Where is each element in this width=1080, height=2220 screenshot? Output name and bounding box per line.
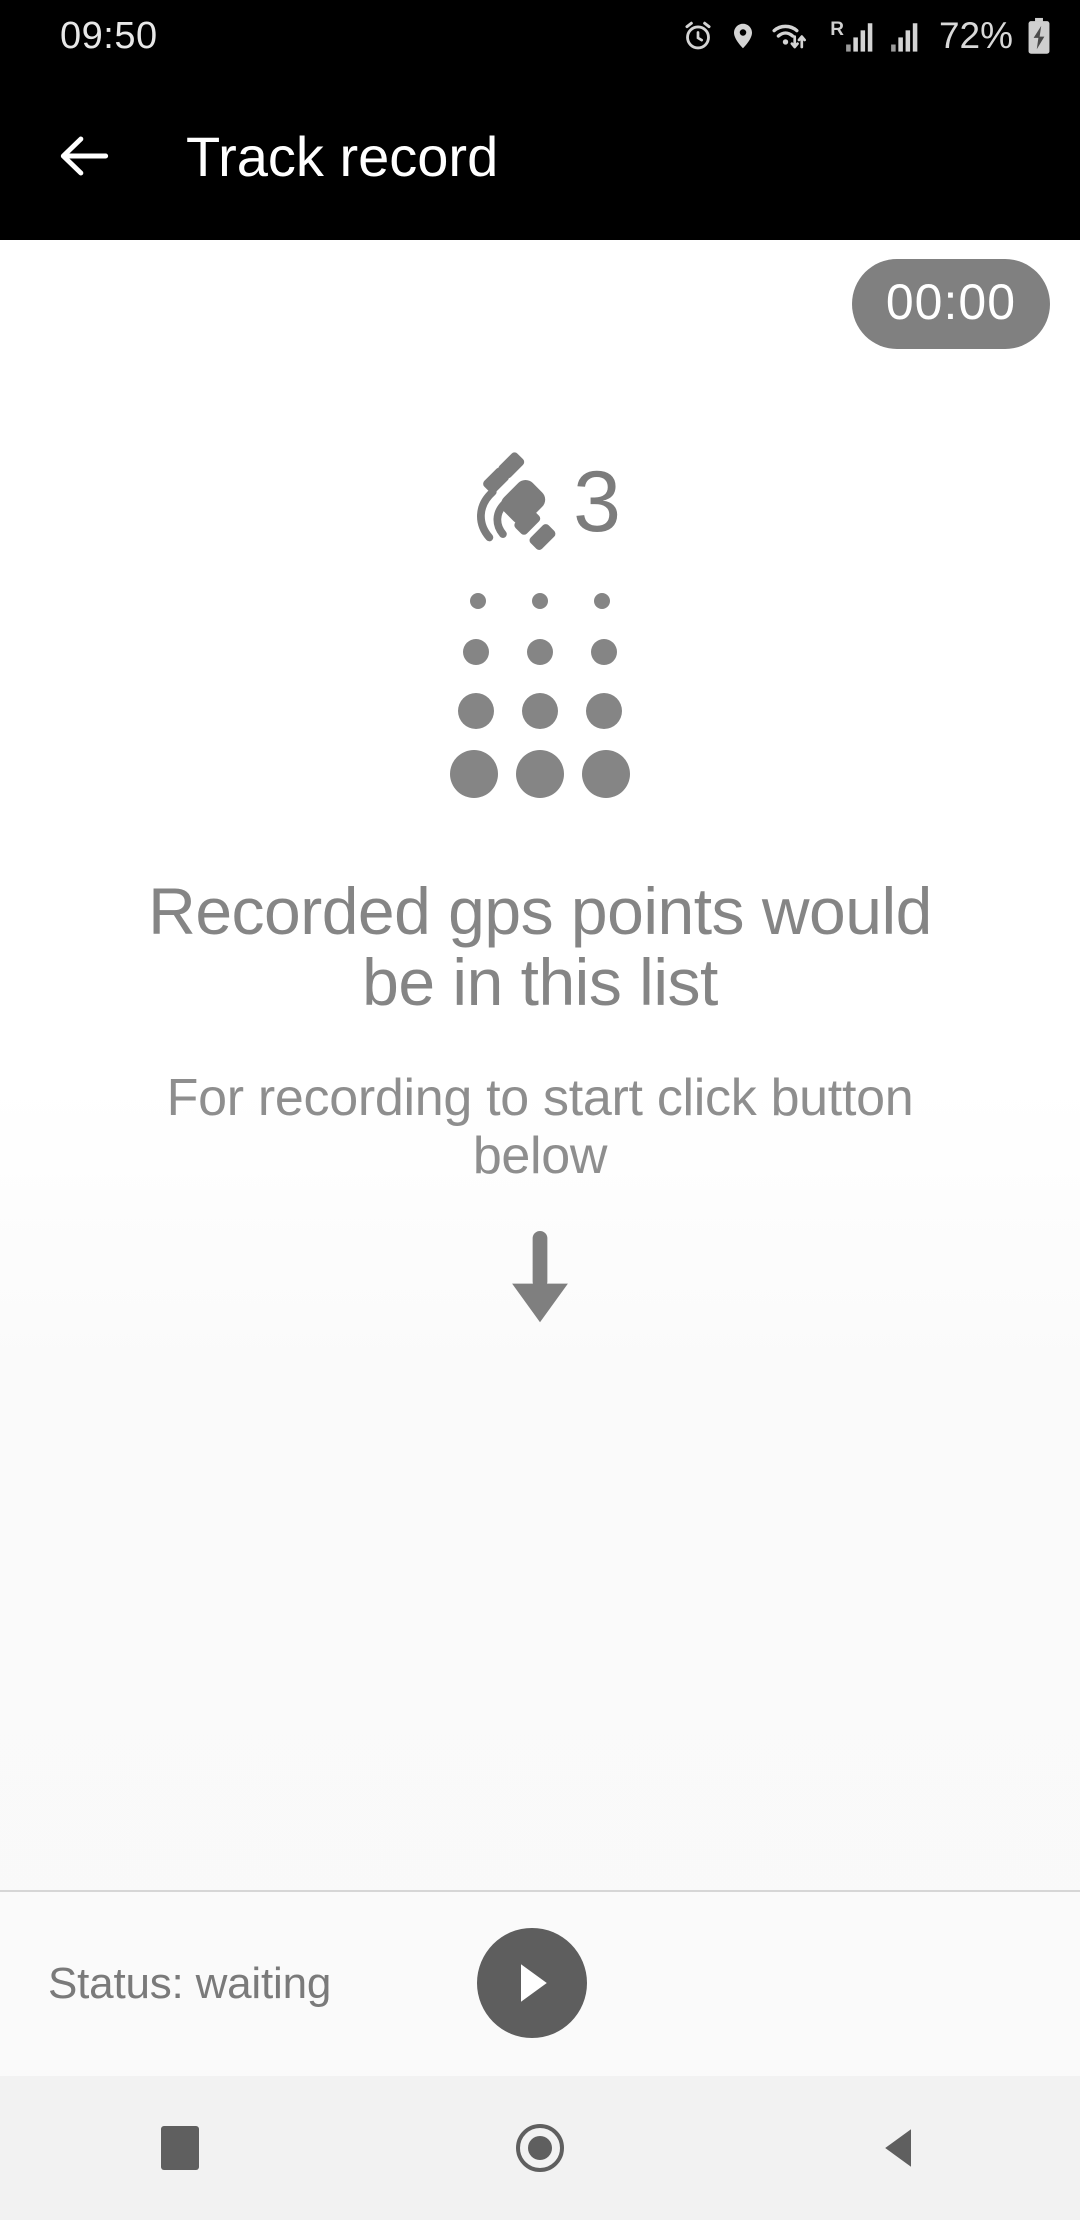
- empty-state-subtitle: For recording to start click button belo…: [166, 1068, 914, 1185]
- dot: [516, 750, 564, 798]
- page-title: Track record: [186, 124, 499, 188]
- elapsed-timer-chip: 00:00: [851, 259, 1050, 349]
- status-bar-icons: R 72%: [681, 15, 1052, 57]
- dot-row: [463, 624, 617, 680]
- dot: [463, 639, 489, 665]
- dot: [594, 593, 610, 609]
- recents-icon: [161, 2126, 199, 2170]
- nav-home-button[interactable]: [360, 2076, 720, 2220]
- recording-status-label: Status: waiting: [48, 1959, 332, 2008]
- start-recording-button[interactable]: [477, 1928, 587, 2038]
- android-nav-bar: [0, 2076, 1080, 2220]
- dot: [458, 693, 494, 729]
- control-bar: Status: waiting: [0, 1890, 1080, 2076]
- satellite-status: 3: [459, 448, 621, 556]
- dot: [527, 639, 553, 665]
- satellite-icon: [477, 452, 556, 550]
- dot: [586, 693, 622, 729]
- battery-percent-label: 72%: [938, 15, 1013, 56]
- dot: [450, 750, 498, 798]
- dot-row: [450, 742, 630, 806]
- status-bar: 09:50 R 72%: [0, 0, 1080, 72]
- dot-row: [458, 680, 622, 742]
- empty-state-title: Recorded gps points would be in this lis…: [148, 874, 932, 1020]
- wifi-icon: [772, 24, 807, 49]
- elapsed-timer-value: 00:00: [885, 274, 1016, 330]
- empty-state: 3 Recorded gps points would be in this l…: [0, 368, 1080, 1890]
- back-button[interactable]: [46, 117, 124, 195]
- play-icon: [521, 1964, 547, 2002]
- home-icon: [516, 2124, 564, 2172]
- dot: [591, 639, 617, 665]
- roaming-label: R: [830, 19, 844, 40]
- satellite-count: 3: [573, 454, 621, 550]
- roaming-signal-icon: R: [830, 19, 877, 53]
- timer-chip-row: 00:00: [0, 240, 1080, 368]
- alarm-icon: [685, 21, 711, 50]
- status-bar-clock: 09:50: [60, 14, 158, 57]
- gps-dots-illustration: [450, 578, 630, 806]
- dot: [582, 750, 630, 798]
- arrow-left-icon: [60, 136, 109, 176]
- arrow-down-wrapper: [503, 1227, 577, 1332]
- nav-recents-button[interactable]: [0, 2076, 360, 2220]
- arrow-down-icon: [512, 1230, 568, 1323]
- battery-charging-icon: [1028, 17, 1050, 54]
- phone-screen: 09:50 R 72% Track record 00:00 3 Recorde…: [0, 0, 1080, 2220]
- main-content: 00:00 3 Recorded gps points would be in …: [0, 240, 1080, 2076]
- dot: [522, 693, 558, 729]
- back-icon: [885, 2129, 911, 2167]
- app-bar: Track record: [0, 72, 1080, 240]
- location-icon: [734, 23, 753, 49]
- nav-back-button[interactable]: [720, 2076, 1080, 2220]
- signal-icon: [891, 23, 918, 52]
- dot: [470, 593, 486, 609]
- dot-row: [470, 578, 610, 624]
- dot: [532, 593, 548, 609]
